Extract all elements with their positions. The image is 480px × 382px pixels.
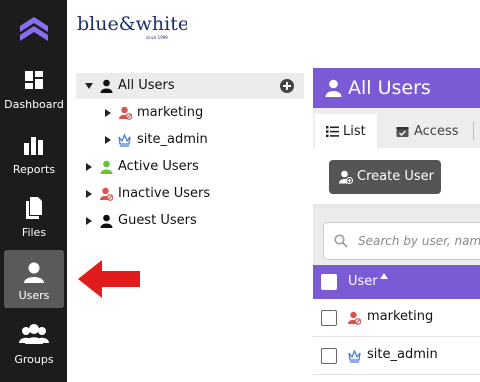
- list-icon: [326, 126, 339, 138]
- pointer-arrow-icon: [78, 260, 140, 298]
- content-area: Create User User marketing: [313, 148, 480, 382]
- nav-item-dashboard[interactable]: Dashboard: [4, 68, 64, 126]
- caret-down-icon[interactable]: [85, 83, 93, 89]
- select-all-checkbox[interactable]: [321, 274, 337, 290]
- tab-label: Access: [414, 124, 459, 139]
- groups-icon: [19, 324, 49, 344]
- nav-label-users: Users: [18, 289, 50, 302]
- nav-label-dashboard: Dashboard: [4, 98, 64, 111]
- column-label: User: [348, 274, 378, 289]
- nav-item-groups[interactable]: Groups: [4, 322, 64, 380]
- tab-access[interactable]: Access: [385, 114, 473, 148]
- dashboard-icon: [25, 71, 43, 89]
- tree-item-inactive-users[interactable]: Inactive Users: [76, 181, 304, 207]
- brand-logo: blue&white since 1999: [77, 13, 187, 40]
- user-ban-icon: [119, 106, 132, 120]
- tree-item-all-users[interactable]: All Users: [76, 73, 304, 99]
- brand-text: blue&white: [77, 13, 187, 35]
- search-icon: [334, 234, 348, 248]
- row-user-name: marketing: [367, 309, 434, 324]
- caret-right-icon[interactable]: [86, 190, 92, 198]
- table-header: User: [313, 265, 480, 299]
- nav-item-reports[interactable]: Reports: [4, 133, 64, 191]
- page-header: All Users: [313, 68, 480, 108]
- tree-label: Guest Users: [118, 213, 197, 228]
- app-logo-icon[interactable]: [17, 14, 51, 48]
- caret-right-icon[interactable]: [86, 217, 92, 225]
- row-checkbox[interactable]: [321, 310, 337, 326]
- tree-label: Active Users: [118, 159, 199, 174]
- main-panel: All Users List Access Create User Search…: [313, 68, 480, 382]
- user-ban-icon: [348, 311, 361, 325]
- tab-divider: [473, 122, 474, 140]
- user-icon: [24, 262, 44, 283]
- crown-icon: [348, 349, 361, 363]
- add-circle-icon[interactable]: [280, 79, 294, 93]
- row-checkbox[interactable]: [321, 348, 337, 364]
- user-ban-icon: [100, 187, 113, 201]
- user-add-icon: [339, 170, 353, 184]
- table-row[interactable]: site_admin: [313, 337, 480, 375]
- tree-item-active-users[interactable]: Active Users: [76, 154, 304, 180]
- tab-list[interactable]: List: [315, 114, 377, 148]
- row-user-name: site_admin: [367, 347, 438, 362]
- crown-icon: [118, 133, 131, 147]
- tab-label: List: [343, 124, 366, 139]
- tree-item-guest-users[interactable]: Guest Users: [76, 208, 304, 234]
- nav-item-files[interactable]: Files: [4, 196, 64, 254]
- nav-label-reports: Reports: [12, 163, 56, 176]
- tree-item-site-admin[interactable]: site_admin: [76, 127, 304, 153]
- tree-item-marketing[interactable]: marketing: [76, 100, 304, 126]
- nav-label-groups: Groups: [14, 353, 54, 366]
- column-header-user[interactable]: User: [348, 273, 388, 289]
- tree-label: site_admin: [137, 132, 208, 147]
- access-icon: [396, 127, 409, 137]
- tree-label: marketing: [137, 105, 204, 120]
- caret-right-icon[interactable]: [105, 109, 111, 117]
- user-icon: [325, 79, 342, 97]
- caret-right-icon[interactable]: [86, 163, 92, 171]
- bar-chart-icon: [24, 137, 43, 155]
- app-window: Dashboard Reports Files Users Groups blu…: [0, 0, 480, 382]
- tab-bar: List Access: [313, 108, 480, 148]
- caret-right-icon[interactable]: [105, 136, 111, 144]
- tree-label: Inactive Users: [118, 186, 211, 201]
- search-input[interactable]: [358, 232, 480, 250]
- main-nav: Dashboard Reports Files Users Groups: [0, 0, 67, 382]
- user-icon: [100, 214, 113, 228]
- tree-label: All Users: [118, 78, 175, 93]
- nav-label-files: Files: [21, 226, 47, 239]
- user-green-icon: [100, 160, 113, 174]
- create-user-label: Create User: [357, 169, 434, 184]
- create-user-button[interactable]: Create User: [329, 160, 441, 194]
- page-title: All Users: [348, 77, 431, 99]
- user-icon: [100, 79, 113, 93]
- search-box[interactable]: [323, 222, 480, 260]
- brand-tagline: since 1999: [146, 35, 168, 40]
- table-row[interactable]: marketing: [313, 299, 480, 337]
- sort-asc-icon: [379, 273, 388, 279]
- files-icon: [26, 197, 42, 219]
- nav-item-users[interactable]: Users: [4, 250, 64, 308]
